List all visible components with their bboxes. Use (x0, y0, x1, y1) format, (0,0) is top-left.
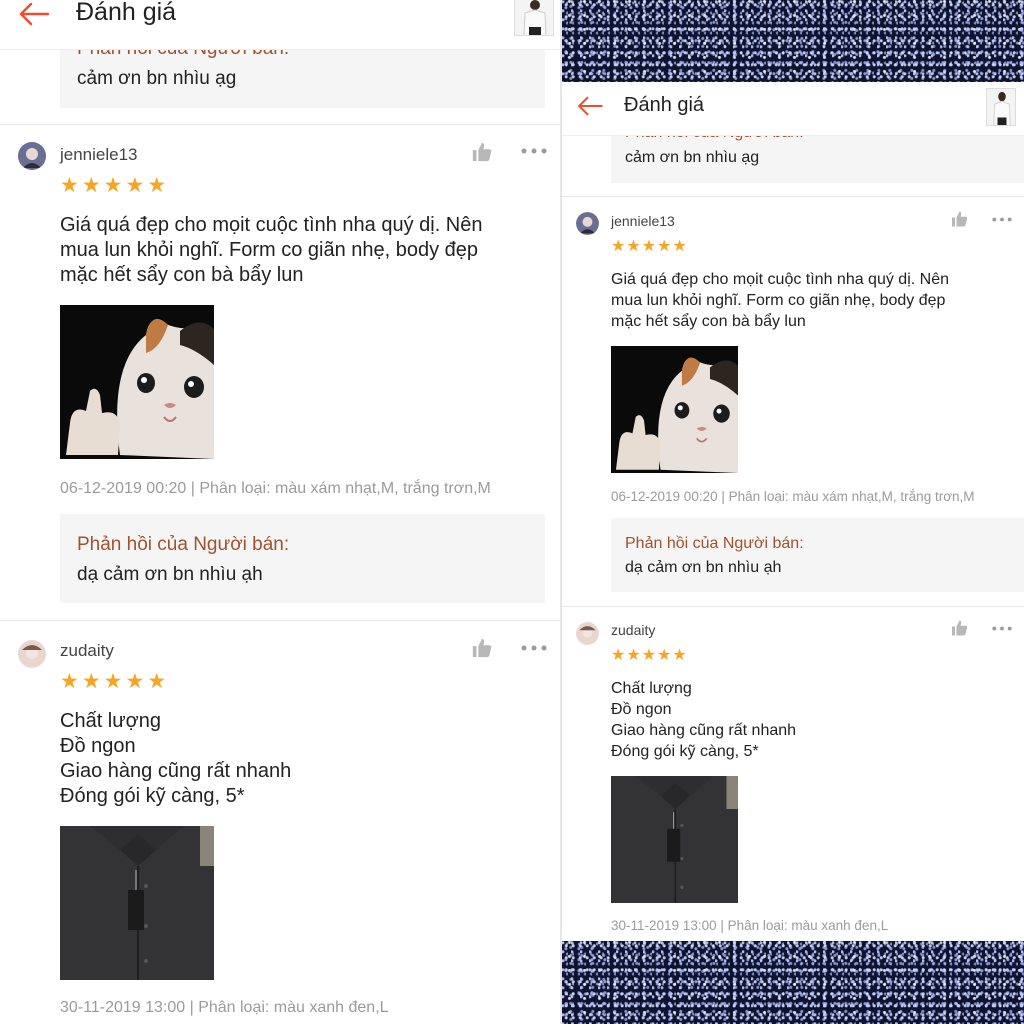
review-username: zudaity (60, 641, 114, 660)
more-icon[interactable] (521, 645, 547, 651)
star-icon: ★ (60, 669, 79, 693)
star-icon: ★ (103, 669, 123, 693)
sparkle-background (562, 0, 1024, 82)
more-icon[interactable] (992, 217, 1012, 222)
review-line: Chất lượng (60, 710, 161, 732)
thumbs-up-icon[interactable] (470, 141, 494, 163)
avatar[interactable] (18, 640, 46, 668)
avatar[interactable] (576, 212, 599, 235)
star-icon: ★ (672, 645, 687, 664)
star-icon: ★ (147, 669, 167, 693)
review-meta: 30-11-2019 13:00 | Phân loại: màu xanh đ… (611, 918, 889, 933)
more-icon[interactable] (521, 148, 547, 154)
review-text: Chất lượng Đồ ngon Giao hàng cũng rất nh… (611, 678, 796, 762)
rating-stars: ★ ★ ★ ★ ★ (60, 671, 169, 692)
back-arrow-icon[interactable] (18, 2, 50, 26)
star-icon: ★ (60, 173, 79, 197)
thumbs-up-icon[interactable] (950, 210, 969, 228)
star-icon: ★ (657, 236, 672, 255)
rating-stars: ★ ★ ★ ★ ★ (611, 647, 688, 663)
separator (0, 620, 560, 621)
review-line: Đồ ngon (60, 735, 136, 757)
review-image-cat[interactable] (611, 346, 738, 473)
review-line: mua lun khỏi nghĩ. Form co giãn nhẹ, bod… (60, 239, 479, 261)
seller-reply-text: dạ cảm ơn bn nhìu ạh (77, 564, 263, 585)
seller-reply-text: cảm ơn bn nhìu ạg (77, 68, 237, 89)
page-title: Đánh giá (76, 0, 177, 26)
seller-reply: Phản hồi của Người bán: dạ cảm ơn bn nhì… (611, 518, 1024, 592)
star-icon: ★ (125, 173, 145, 197)
seller-reply-label: Phản hồi của Người bán: (625, 535, 804, 552)
seller-reply-text: dạ cảm ơn bn nhìu ạh (625, 559, 782, 576)
review-meta: 06-12-2019 00:20 | Phân loại: màu xám nh… (60, 480, 491, 497)
review-image-shirt[interactable] (60, 826, 214, 980)
review-meta: 30-11-2019 13:00 | Phân loại: màu xanh đ… (60, 999, 389, 1016)
seller-reply-label: Phản hồi của Người bán: (77, 534, 290, 555)
review-line: Đồ ngon (611, 701, 672, 718)
separator (0, 124, 560, 125)
review-meta: 06-12-2019 00:20 | Phân loại: màu xám nh… (611, 489, 975, 504)
star-icon: ★ (657, 645, 672, 664)
review-line: mặc hết sẩy con bà bẩy lun (611, 313, 806, 330)
review-line: Giá quá đẹp cho mọit cuộc tình nha quý d… (611, 271, 949, 288)
star-icon: ★ (125, 669, 145, 693)
star-icon: ★ (147, 173, 167, 197)
app-header: Đánh giá (562, 82, 1024, 136)
review-username: jenniele13 (611, 213, 675, 229)
review-line: Giao hàng cũng rất nhanh (611, 722, 797, 739)
star-icon: ★ (81, 173, 101, 197)
left-screenshot: Phản hồi của Người bán: cảm ơn bn nhìu ạ… (0, 0, 560, 1024)
seller-reply-top: Phản hồi của Người bán: cảm ơn bn nhìu ạ… (60, 38, 545, 108)
star-icon: ★ (626, 236, 641, 255)
star-icon: ★ (611, 236, 626, 255)
star-icon: ★ (641, 236, 657, 255)
star-icon: ★ (641, 645, 657, 664)
star-icon: ★ (626, 645, 641, 664)
review-line: mua lun khỏi nghĩ. Form co giãn nhẹ, bod… (611, 292, 946, 309)
avatar[interactable] (576, 622, 599, 645)
page-title: Đánh giá (624, 94, 705, 116)
shirt-model-image (987, 89, 1015, 125)
sparkle-background (562, 941, 1024, 1024)
review-image-shirt[interactable] (611, 776, 738, 903)
review-line: Giao hàng cũng rất nhanh (60, 760, 292, 782)
review-text: Chất lượng Đồ ngon Giao hàng cũng rất nh… (60, 709, 291, 809)
seller-reply: Phản hồi của Người bán: dạ cảm ơn bn nhì… (60, 514, 545, 603)
review-line: Đóng gói kỹ càng, 5* (611, 743, 759, 760)
separator (562, 606, 1024, 607)
back-arrow-icon[interactable] (576, 96, 604, 116)
right-screenshot: Phản hồi của Người bán: cảm ơn bn nhìu ạ… (562, 0, 1024, 1024)
review-username: zudaity (611, 622, 656, 638)
thumbs-up-icon[interactable] (470, 637, 494, 659)
review-line: Giá quá đẹp cho mọit cuộc tình nha quý d… (60, 214, 483, 236)
review-image-cat[interactable] (60, 305, 214, 459)
star-icon: ★ (103, 173, 123, 197)
thumbs-up-icon[interactable] (950, 619, 969, 637)
content-area: Phản hồi của Người bán: cảm ơn bn nhìu ạ… (562, 82, 1024, 941)
separator (562, 196, 1024, 197)
product-thumbnail[interactable] (986, 88, 1016, 126)
more-icon[interactable] (992, 626, 1012, 631)
review-line: Chất lượng (611, 680, 692, 697)
avatar[interactable] (18, 142, 46, 170)
star-icon: ★ (611, 645, 626, 664)
rating-stars: ★ ★ ★ ★ ★ (611, 238, 688, 254)
shirt-model-image (515, 0, 553, 35)
review-username: jenniele13 (60, 145, 138, 164)
review-line: Đóng gói kỹ càng, 5* (60, 785, 245, 807)
product-thumbnail[interactable] (514, 0, 554, 36)
rating-stars: ★ ★ ★ ★ ★ (60, 175, 169, 196)
review-text: Giá quá đẹp cho mọit cuộc tình nha quý d… (611, 269, 949, 332)
review-line: mặc hết sẩy con bà bẩy lun (60, 264, 304, 286)
star-icon: ★ (81, 669, 101, 693)
app-header: Đánh giá (0, 0, 560, 50)
star-icon: ★ (672, 236, 687, 255)
review-text: Giá quá đẹp cho mọit cuộc tình nha quý d… (60, 213, 483, 288)
seller-reply-text: cảm ơn bn nhìu ạg (625, 149, 760, 166)
